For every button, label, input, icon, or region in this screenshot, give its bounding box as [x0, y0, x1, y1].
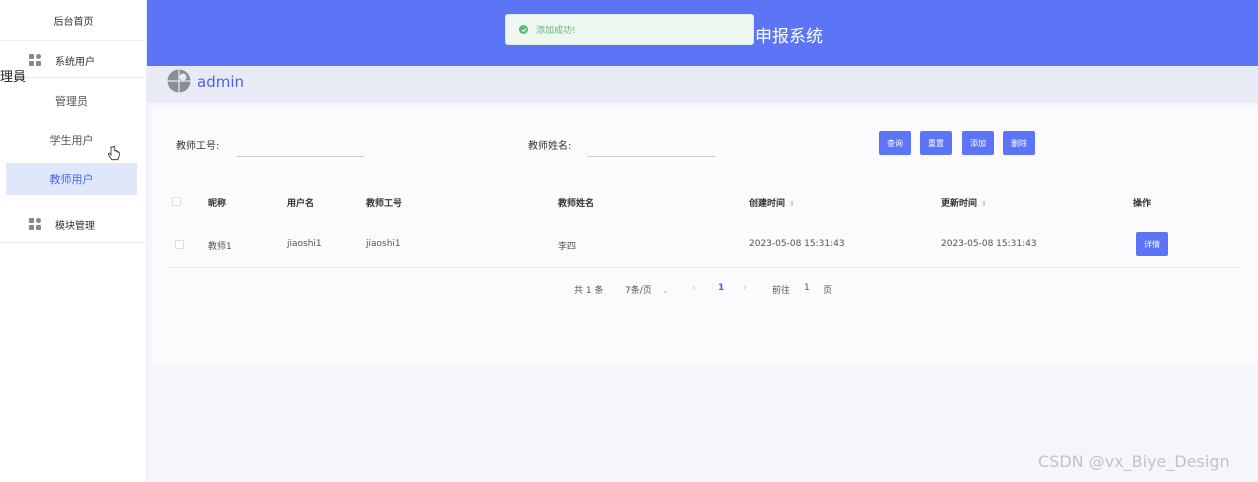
avatar[interactable]	[167, 69, 191, 93]
next-page-icon[interactable]: ›	[743, 283, 747, 293]
cell-teacher-name: 李四	[558, 242, 577, 252]
username: admin	[197, 73, 244, 91]
check-circle-icon	[519, 25, 528, 34]
cell-username: jiaoshi1	[287, 239, 322, 249]
teacher-name-input[interactable]	[587, 139, 715, 157]
goto-page-input[interactable]: 1	[804, 283, 810, 293]
cell-teacher-id: jiaoshi1	[366, 239, 401, 249]
sidebar: 后台首页 系统用户 理員 管理员 学生用户 教师用户 模块管理	[0, 0, 147, 482]
sidebar-item-admin[interactable]: 管理员	[6, 85, 137, 117]
success-toast: 添加成功!	[505, 14, 754, 45]
teacher-id-input[interactable]	[237, 139, 364, 157]
prev-page-icon[interactable]: ‹	[692, 283, 696, 293]
page-size-select[interactable]: 7条/页 ⌄	[625, 283, 669, 296]
cell-created: 2023-05-08 15:31:43	[749, 239, 845, 249]
sort-icon[interactable]: ⇕	[981, 200, 987, 208]
pagination-total: 共 1 条	[574, 286, 604, 296]
column-header-updated[interactable]: 更新时间 ⇕	[941, 196, 987, 209]
watermark: CSDN @vx_Biye_Design	[1038, 452, 1230, 471]
column-header-teacher-name: 教师姓名	[558, 199, 595, 209]
teacher-id-label: 教师工号:	[176, 141, 220, 152]
divider	[0, 40, 147, 41]
row-divider	[166, 267, 1240, 268]
grid-icon	[29, 218, 41, 230]
column-header-actions: 操作	[1133, 199, 1152, 209]
row-checkbox[interactable]	[175, 240, 184, 249]
grid-icon	[29, 54, 41, 66]
reset-button[interactable]: 重置	[920, 131, 952, 155]
query-button[interactable]: 查询	[879, 131, 911, 155]
column-header-username: 用户名	[287, 199, 315, 209]
select-all-checkbox[interactable]	[172, 197, 181, 206]
sidebar-item-home[interactable]: 后台首页	[0, 0, 147, 40]
cell-nickname: 教师1	[208, 242, 232, 252]
page-number[interactable]: 1	[718, 283, 724, 293]
sidebar-group-modules[interactable]: 模块管理	[0, 207, 147, 241]
teacher-name-label: 教师姓名:	[528, 141, 572, 152]
sidebar-item-teacher-users[interactable]: 教师用户	[6, 163, 137, 195]
divider	[0, 242, 147, 243]
system-title: 申报系统	[755, 27, 823, 47]
column-header-nickname: 昵称	[208, 199, 227, 209]
user-bar: admin	[147, 66, 1258, 103]
overlap-text-fragment: 理員	[0, 70, 27, 85]
detail-button[interactable]: 详情	[1136, 232, 1168, 256]
column-header-created[interactable]: 创建时间 ⇕	[749, 196, 795, 209]
delete-button[interactable]: 删除	[1003, 131, 1035, 155]
goto-label: 前往	[772, 286, 791, 296]
chevron-down-icon: ⌄	[661, 286, 670, 296]
add-button[interactable]: 添加	[962, 131, 994, 155]
cell-updated: 2023-05-08 15:31:43	[941, 239, 1037, 249]
hand-cursor-icon	[108, 146, 120, 161]
column-header-teacher-id: 教师工号	[366, 199, 403, 209]
page-unit-label: 页	[823, 286, 833, 296]
sort-icon[interactable]: ⇕	[789, 200, 795, 208]
